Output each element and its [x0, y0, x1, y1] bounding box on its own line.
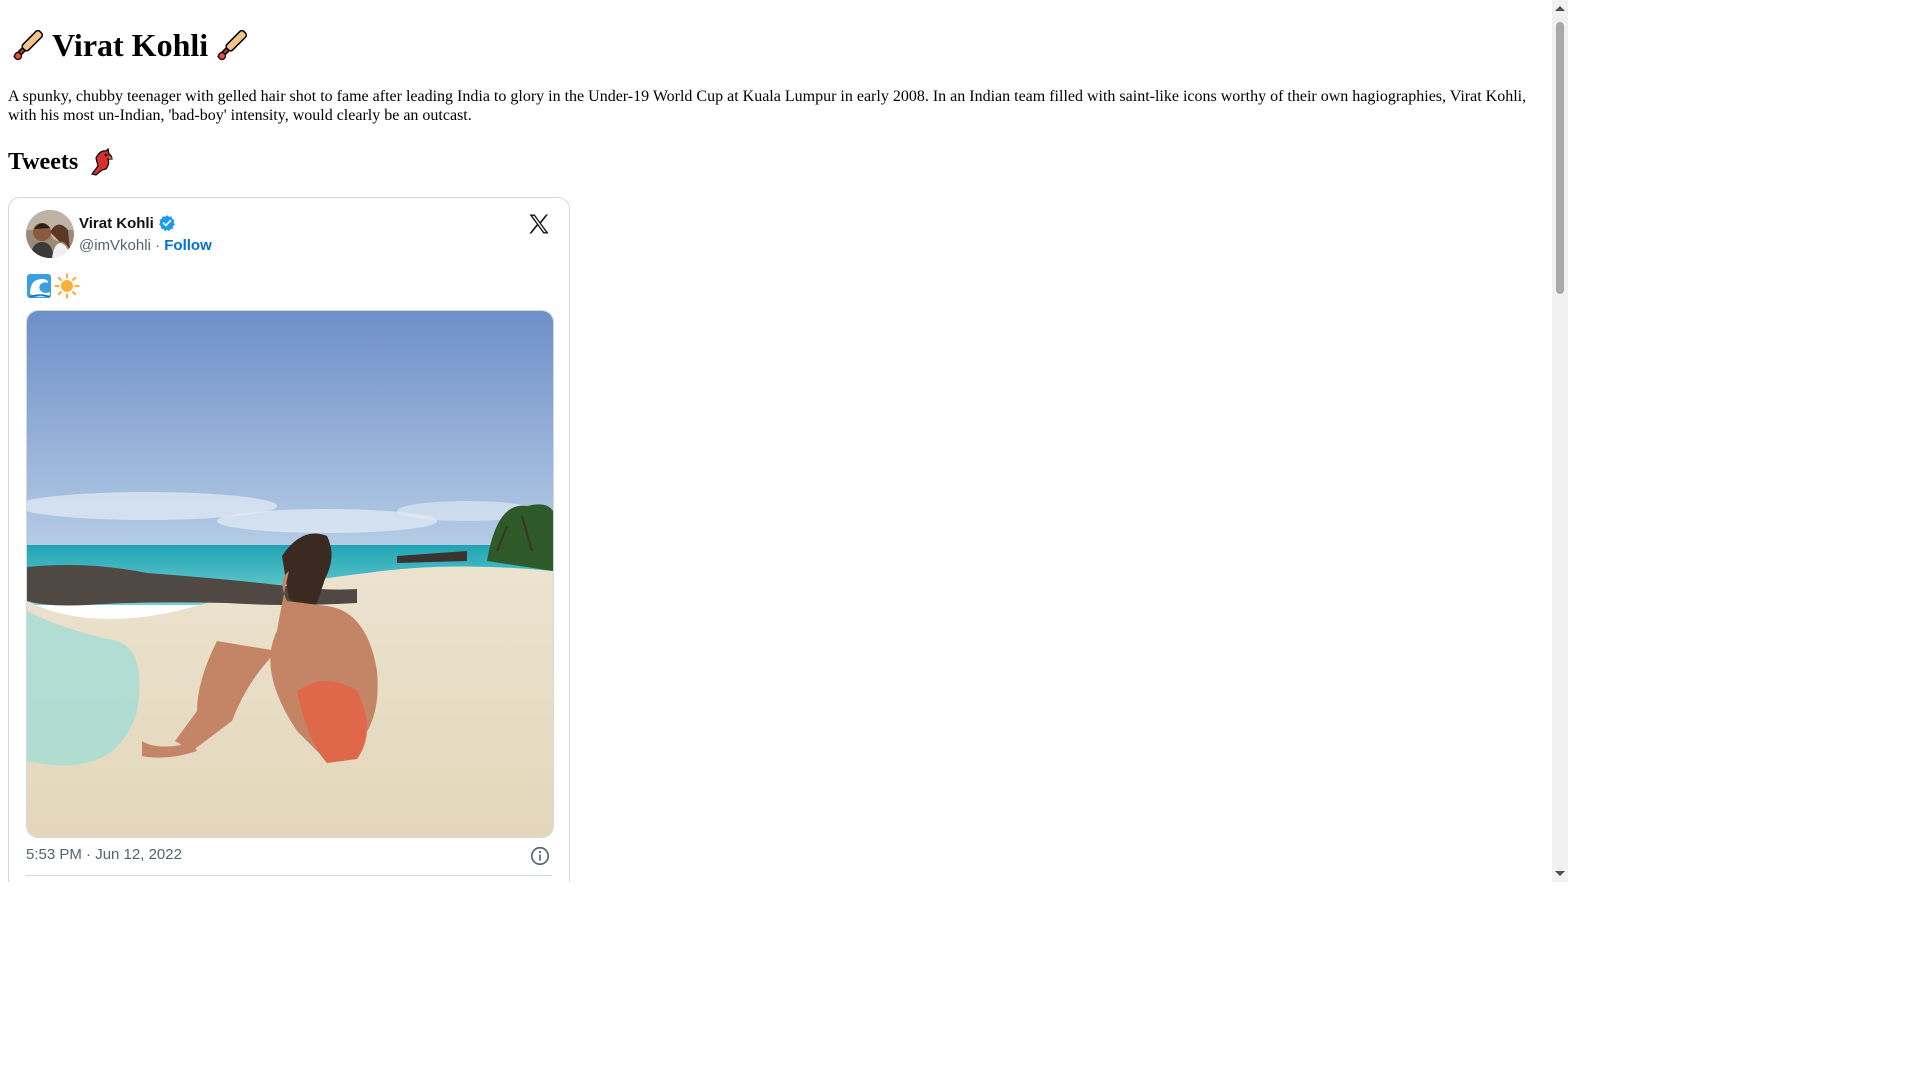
tweet-timestamp[interactable]: 5:53 PM · Jun 12, 2022	[26, 846, 182, 863]
section-heading-text: Tweets	[8, 149, 79, 175]
x-logo-icon[interactable]	[527, 212, 551, 236]
scrollbar-thumb[interactable]	[1556, 22, 1564, 294]
tweet-photo[interactable]	[26, 310, 554, 838]
page-title-text: Virat Kohli	[52, 27, 209, 63]
cricket-bat-icon	[217, 29, 248, 61]
handle-separator: ·	[155, 237, 161, 254]
intro-paragraph: A spunky, chubby teenager with gelled ha…	[8, 88, 1527, 124]
author-name-text[interactable]: Virat Kohli	[79, 215, 154, 232]
divider	[26, 875, 552, 876]
author-name[interactable]: Virat Kohli	[79, 214, 176, 232]
info-icon[interactable]	[529, 845, 551, 867]
tweet-text	[26, 272, 80, 300]
follow-link[interactable]: Follow	[164, 237, 212, 254]
cricket-bat-icon	[13, 29, 44, 61]
vertical-scrollbar[interactable]	[1552, 0, 1568, 882]
red-bird-icon	[91, 147, 114, 176]
author-handle[interactable]: @imVkohli	[79, 237, 151, 254]
page: Virat Kohli A spunky, chubby teenager wi…	[0, 0, 1552, 882]
wave-emoji	[27, 274, 51, 298]
page-title: Virat Kohli	[8, 22, 252, 68]
scroll-up-icon[interactable]	[1555, 6, 1565, 11]
handle-line: @imVkohli · Follow	[79, 237, 212, 254]
verified-badge-icon	[158, 215, 175, 232]
sun-emoji	[54, 273, 80, 299]
avatar[interactable]	[26, 210, 74, 258]
section-heading: Tweets	[8, 144, 118, 180]
embedded-tweet-card[interactable]: Virat Kohli @imVkohli · Follow 5:53 PM ·…	[8, 197, 570, 882]
scroll-down-icon[interactable]	[1555, 871, 1565, 876]
